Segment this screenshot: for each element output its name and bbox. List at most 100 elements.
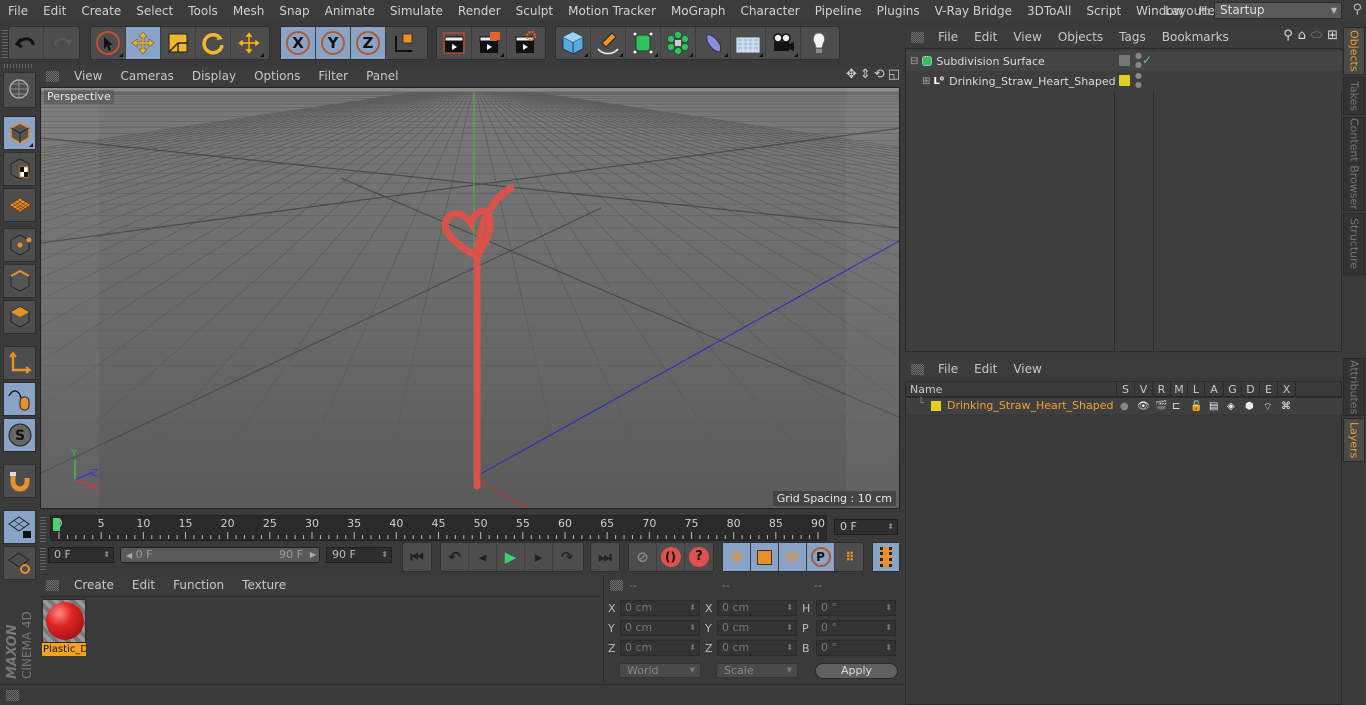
go-to-start-button[interactable]: ⏮ xyxy=(403,543,431,571)
render-settings-button[interactable] xyxy=(507,27,542,59)
layer-row[interactable]: └ Drinking_Straw_Heart_Shaped ● 👁 🎬 ⊏ 🔓 … xyxy=(906,398,1342,414)
menu-filter[interactable]: Filter xyxy=(309,69,357,83)
coord-size-field[interactable]: 0 cm ⬍ xyxy=(717,620,797,636)
start-frame-field[interactable]: 0 F ⬍ xyxy=(48,547,114,563)
enabled-check-icon[interactable]: ✓ xyxy=(1142,53,1152,67)
xref-icon[interactable]: ⌘ xyxy=(1281,401,1291,412)
collapse-icon[interactable]: ⊟ xyxy=(910,56,918,67)
redo-button[interactable] xyxy=(44,27,79,59)
menu-animate[interactable]: Animate xyxy=(317,4,382,18)
visibility-dots-icon[interactable]: ● ● xyxy=(1135,51,1142,69)
layer-color-swatch[interactable] xyxy=(1119,75,1130,86)
maximize-view-icon[interactable]: ◱ xyxy=(888,67,900,82)
workplane-mode-button[interactable] xyxy=(3,188,36,222)
panel-grip[interactable] xyxy=(911,31,924,43)
menu-view[interactable]: View xyxy=(65,69,111,83)
coord-rot-field[interactable]: 0 ° ⬍ xyxy=(816,640,896,656)
side-tab-objects[interactable]: Objects xyxy=(1343,27,1365,75)
side-tab-structure[interactable]: Structure xyxy=(1343,213,1365,275)
menu-motion-tracker[interactable]: Motion Tracker xyxy=(560,4,663,18)
generator-icon[interactable]: ◈ xyxy=(1227,401,1235,412)
make-editable-button[interactable] xyxy=(3,72,36,108)
menu-file[interactable]: File xyxy=(0,4,35,18)
menu-options[interactable]: Options xyxy=(245,69,309,83)
panel-grip[interactable] xyxy=(46,70,59,82)
menu-mesh[interactable]: Mesh xyxy=(225,4,272,18)
layer-column-l[interactable]: L xyxy=(1188,382,1205,397)
previous-frame-button[interactable]: ◂ xyxy=(469,543,497,571)
material-thumbnail[interactable] xyxy=(42,599,86,643)
menu-function[interactable]: Function xyxy=(164,578,233,592)
cube-button[interactable] xyxy=(556,27,591,59)
deformer-button[interactable] xyxy=(696,27,731,59)
menu-plugins[interactable]: Plugins xyxy=(869,4,927,18)
key-rotation-button[interactable]: ⟳ xyxy=(779,543,807,571)
search-icon[interactable]: ⚲ xyxy=(1352,2,1362,17)
menu-edit[interactable]: Edit xyxy=(35,4,73,18)
record-button[interactable]: () xyxy=(657,543,685,571)
coord-size-field[interactable]: 0 cm ⬍ xyxy=(717,640,797,656)
palette-grip[interactable] xyxy=(4,64,34,68)
key-position-button[interactable]: ✥ xyxy=(723,543,751,571)
menu-view[interactable]: View xyxy=(1005,30,1049,44)
menu-tools[interactable]: Tools xyxy=(180,4,225,18)
panel-grip[interactable] xyxy=(46,579,59,591)
motion-record-button[interactable]: ⊘ xyxy=(629,543,657,571)
coord-pos-field[interactable]: 0 cm ⬍ xyxy=(620,600,700,616)
expression-icon[interactable]: ⌔ xyxy=(1263,401,1272,414)
z-axis-lock-button[interactable]: Z xyxy=(351,27,386,59)
render-clapper-icon[interactable]: 🎬 xyxy=(1155,401,1167,412)
new-window-icon[interactable]: ⊞ xyxy=(1327,28,1338,43)
next-frame-button[interactable]: ▸ xyxy=(525,543,553,571)
layer-column-r[interactable]: R xyxy=(1153,382,1171,397)
live-selection-button[interactable] xyxy=(91,27,126,59)
side-tab-takes[interactable]: Takes xyxy=(1343,77,1365,115)
coord-pos-field[interactable]: 0 cm ⬍ xyxy=(620,640,700,656)
transform-mode-select[interactable]: Scale xyxy=(716,663,798,678)
panel-grip[interactable] xyxy=(911,363,924,375)
object-row[interactable]: ⊟ Subdivision Surface ● ● ✓ xyxy=(906,51,1342,71)
expand-icon[interactable]: ⊞ xyxy=(922,76,930,87)
view-eye-icon[interactable]: 👁 xyxy=(1137,401,1150,412)
apply-button[interactable]: Apply xyxy=(815,663,898,679)
menu-3dtoall[interactable]: 3DToAll xyxy=(1019,4,1078,18)
move-button[interactable] xyxy=(126,27,161,59)
menu-character[interactable]: Character xyxy=(732,4,806,18)
layer-column-x[interactable]: X xyxy=(1278,382,1296,397)
layer-column-s[interactable]: S xyxy=(1117,382,1135,397)
pen-button[interactable] xyxy=(591,27,626,59)
viewport-perspective[interactable]: YZX Perspective Grid Spacing : 10 cm xyxy=(40,87,900,509)
mograph-cloner-button[interactable] xyxy=(661,27,696,59)
menu-edit[interactable]: Edit xyxy=(966,30,1005,44)
autokey-button[interactable]: ? xyxy=(685,543,713,571)
home-icon[interactable]: ⌂ xyxy=(1298,28,1306,43)
layout-dropdown[interactable]: Startup xyxy=(1214,2,1342,19)
menu-tags[interactable]: Tags xyxy=(1111,30,1154,44)
menu-snap[interactable]: Snap xyxy=(271,4,316,18)
range-left-arrow-icon[interactable]: ◀ xyxy=(126,551,132,560)
tweak-mode-button[interactable] xyxy=(3,382,36,416)
pan-icon[interactable]: ✥ xyxy=(846,67,857,82)
deformer-layer-icon[interactable]: ⬢ xyxy=(1245,401,1254,412)
layer-slot-icon[interactable] xyxy=(1119,55,1130,66)
lock-icon[interactable]: 🔓 xyxy=(1190,401,1202,412)
end-frame-field[interactable]: 90 F ⬍ xyxy=(326,547,392,563)
material-name[interactable]: Plastic_D xyxy=(42,643,86,656)
layer-column-v[interactable]: V xyxy=(1135,382,1153,397)
menu-edit[interactable]: Edit xyxy=(123,578,164,592)
menu-file[interactable]: File xyxy=(930,30,966,44)
undo-button[interactable] xyxy=(9,27,44,59)
menu-objects[interactable]: Objects xyxy=(1050,30,1111,44)
x-axis-lock-button[interactable]: X xyxy=(281,27,316,59)
play-button[interactable]: ▶ xyxy=(497,543,525,571)
layer-column-m[interactable]: M xyxy=(1171,382,1188,397)
search-icon[interactable]: ⚲ xyxy=(1283,28,1293,43)
render-view-button[interactable] xyxy=(437,27,472,59)
range-right-arrow-icon[interactable]: ▶ xyxy=(310,548,316,562)
go-to-end-button[interactable]: ⏭ xyxy=(591,543,619,571)
camera-button[interactable] xyxy=(766,27,801,59)
layer-name[interactable]: Drinking_Straw_Heart_Shaped xyxy=(947,399,1114,412)
key-pla-button[interactable]: ⠿ xyxy=(835,543,863,571)
orbit-icon[interactable]: ⟲ xyxy=(874,67,885,82)
side-tab-content-browser[interactable]: Content Browser xyxy=(1343,117,1365,211)
